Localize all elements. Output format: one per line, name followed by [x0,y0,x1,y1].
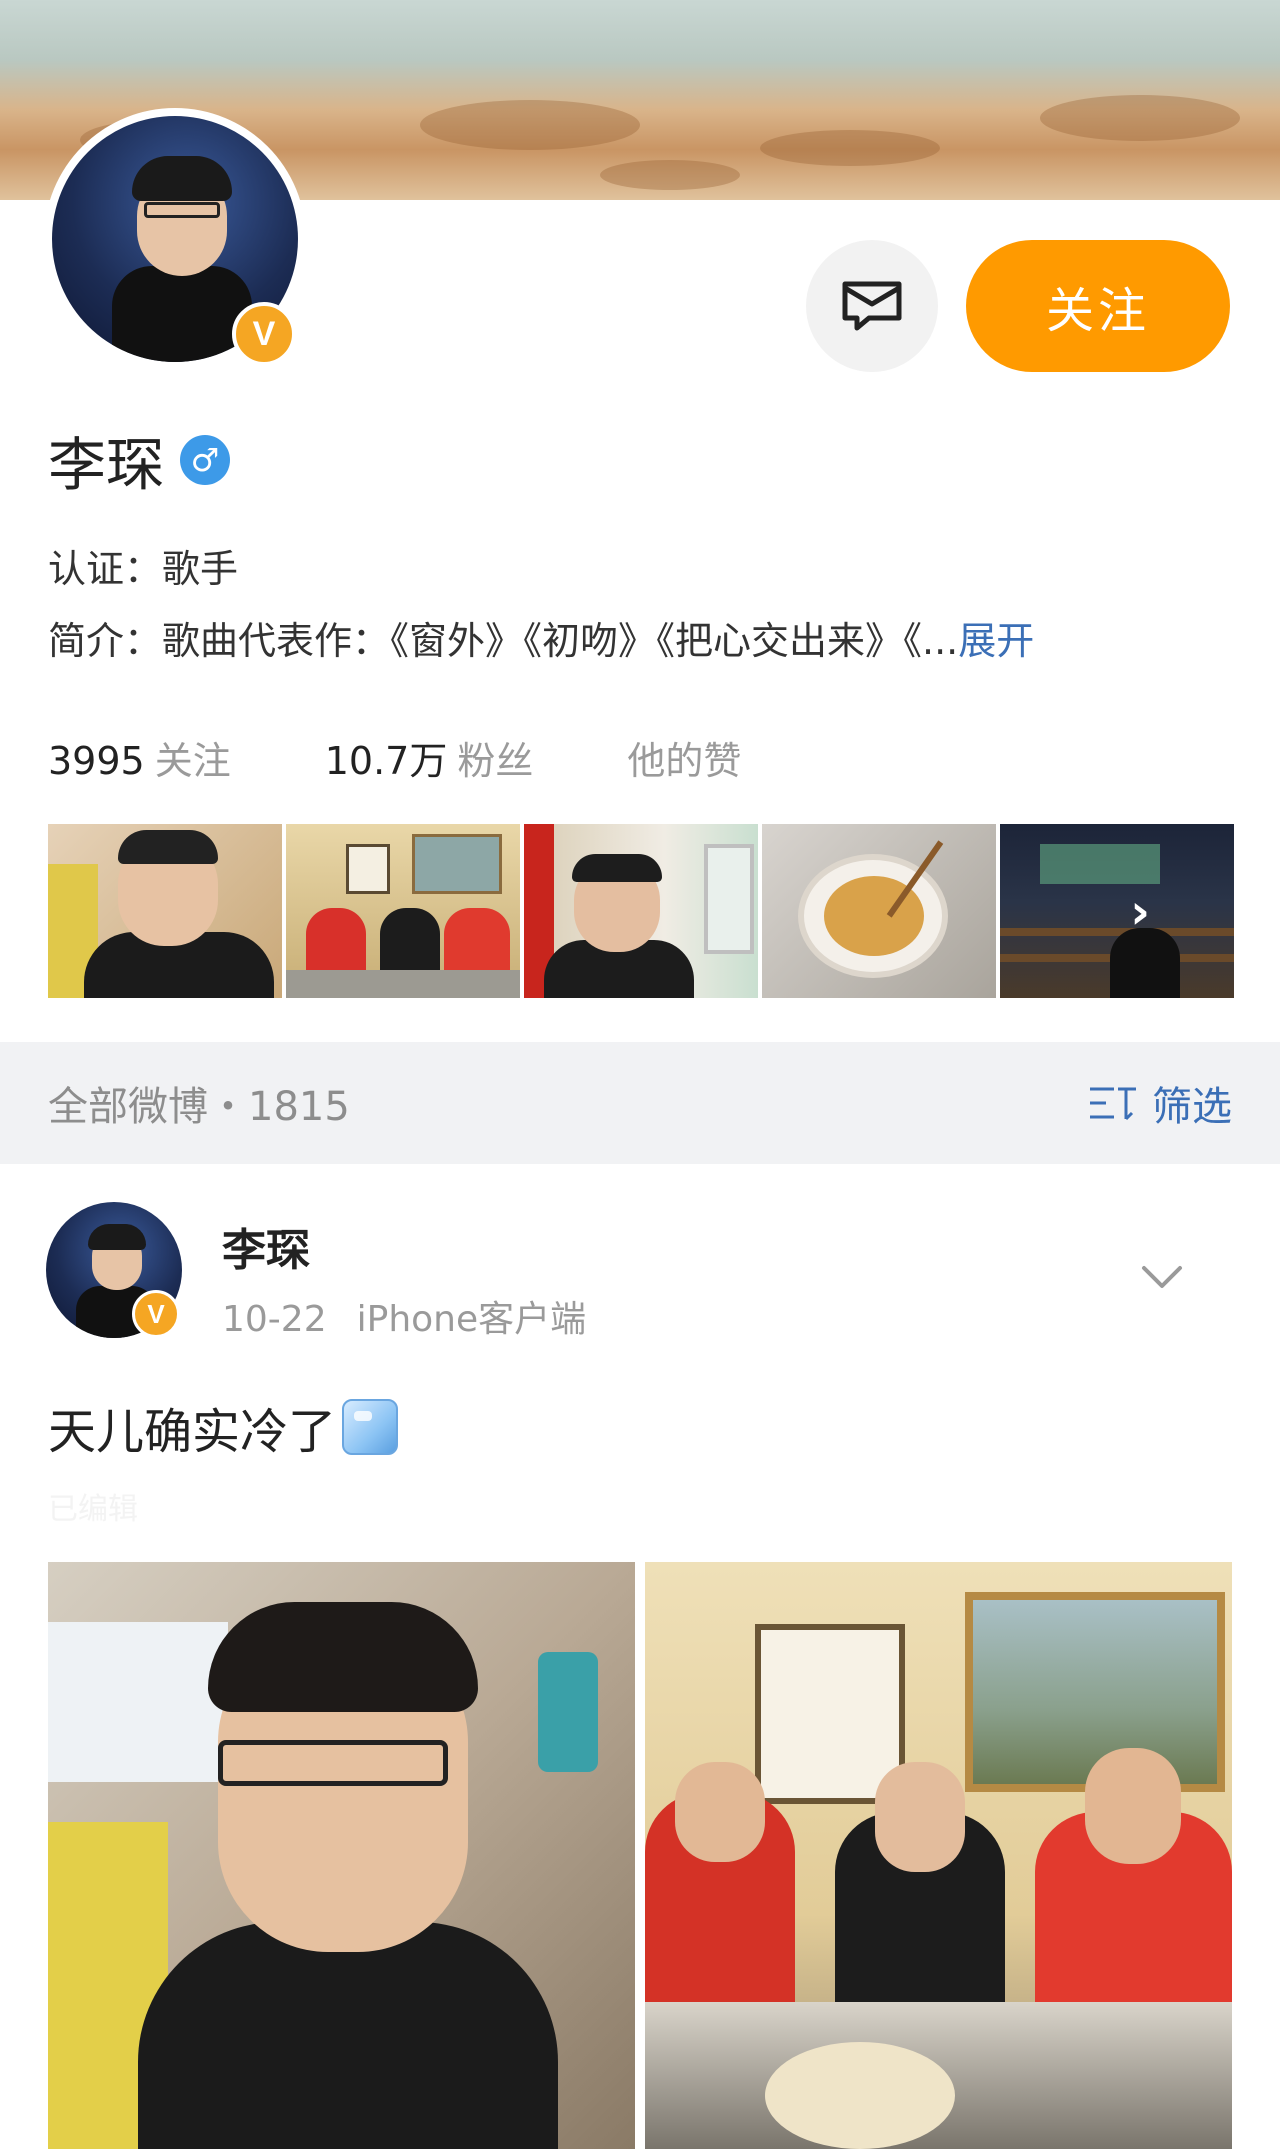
album-thumb[interactable] [48,824,282,998]
post-text-row: 天儿确实冷了 [48,1392,399,1462]
message-button[interactable] [806,240,938,372]
following-count[interactable]: 3995 [48,739,145,783]
following-label[interactable]: 关注 [155,730,231,785]
chevron-down-icon[interactable] [1140,1254,1184,1298]
mail-icon [842,281,902,331]
post-date: 10-22 [222,1299,327,1340]
post-meta: 10-22 iPhone客户端 [222,1290,616,1342]
album-thumb[interactable] [762,824,996,998]
ice-cube-icon [342,1399,399,1455]
album-thumb[interactable] [524,824,758,998]
post-image-2[interactable] [645,1562,1232,2149]
profile-name: 李琛 [48,431,165,499]
follow-button[interactable]: 关注 [966,240,1230,372]
filter-label: 筛选 [1152,1084,1232,1130]
post-faint-text: 已编辑 [48,1492,138,1527]
verified-badge-icon: V [232,302,296,366]
profile-name-row: 李琛 ♂ [48,418,231,502]
bio-row: 简介：歌曲代表作：《窗外》《初吻》《把心交出来》《...展开 [48,610,1034,665]
certification-text: 认证：歌手 [48,547,239,591]
feed-section-title: 全部微博・1815 [48,1084,350,1130]
feed-section-bar: 全部微博・1815 筛选 [0,1042,1280,1164]
profile-stats: 3995 关注 10.7万 粉丝 他的赞 [48,730,835,785]
male-gender-icon: ♂ [180,435,231,485]
post-source: iPhone客户端 [356,1299,587,1340]
bio-text: 简介：歌曲代表作：《窗外》《初吻》《把心交出来》《... [48,619,959,663]
likes-link[interactable]: 他的赞 [627,730,741,785]
post-verified-badge-icon: V [132,1290,180,1338]
album-more-icon[interactable]: › [1130,884,1150,940]
post-author-name[interactable]: 李琛 [222,1214,310,1278]
fans-count[interactable]: 10.7万 [325,730,448,785]
fans-label[interactable]: 粉丝 [457,730,533,785]
album-thumb[interactable] [286,824,520,998]
post-text: 天儿确实冷了 [48,1404,337,1460]
filter-button[interactable]: 筛选 [1088,1074,1232,1132]
album-thumb[interactable]: › [1000,824,1234,998]
photo-album-strip[interactable]: › [48,824,1234,998]
post-image-1[interactable] [48,1562,635,2149]
bio-expand-link[interactable]: 展开 [958,619,1034,663]
filter-icon [1090,1087,1136,1121]
